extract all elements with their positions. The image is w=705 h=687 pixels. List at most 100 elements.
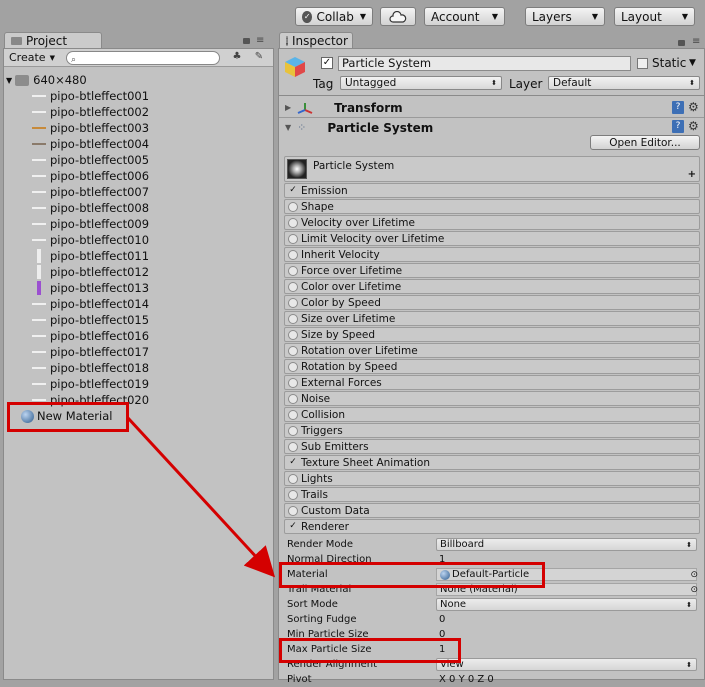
module-toggle[interactable] (288, 441, 298, 452)
property-value-field[interactable]: 0 (436, 613, 697, 626)
object-name-field[interactable]: Particle System (338, 56, 631, 71)
module-toggle[interactable] (288, 393, 298, 404)
filter-by-label-icon[interactable]: ✎ (250, 51, 268, 65)
create-dropdown[interactable]: Create ▼ (9, 51, 55, 64)
account-button[interactable]: Account ▼ (424, 7, 505, 26)
open-editor-button[interactable]: Open Editor... (590, 135, 700, 150)
tab-inspector[interactable]: i Inspector (279, 32, 353, 49)
module-toggle[interactable] (288, 345, 298, 356)
module-toggle[interactable] (288, 377, 298, 388)
tree-item[interactable]: pipo-btleffect004 (32, 136, 149, 152)
add-plus-icon[interactable]: + (688, 169, 696, 180)
module-toggle[interactable] (288, 249, 298, 260)
module-toggle[interactable] (288, 281, 298, 292)
checkmark-icon[interactable]: ✓ (288, 186, 298, 196)
tree-item[interactable]: pipo-btleffect005 (32, 152, 149, 168)
lock-icon[interactable] (678, 40, 685, 46)
object-picker-icon[interactable]: ⊙ (690, 570, 698, 580)
module-row[interactable]: Color by Speed (284, 295, 700, 310)
lock-icon[interactable] (243, 38, 250, 44)
module-toggle[interactable] (288, 233, 298, 244)
tree-item[interactable]: pipo-btleffect001 (32, 88, 149, 104)
module-row[interactable]: Trails (284, 487, 700, 502)
layer-dropdown[interactable]: Default ⬍ (548, 76, 700, 90)
module-row[interactable]: Custom Data (284, 503, 700, 518)
active-checkbox[interactable]: ✓ (321, 57, 333, 69)
tree-item[interactable]: pipo-btleffect013 (32, 280, 149, 296)
particle-system-header[interactable]: ▼ ⁘ Particle System (279, 119, 704, 136)
filter-by-type-icon[interactable]: ♣ (228, 51, 246, 65)
module-row[interactable]: Noise (284, 391, 700, 406)
layers-button[interactable]: Layers ▼ (525, 7, 605, 26)
tree-item[interactable]: pipo-btleffect006 (32, 168, 149, 184)
static-checkbox[interactable] (637, 58, 648, 69)
static-dropdown-icon[interactable]: ▼ (689, 58, 696, 68)
module-row[interactable]: ✓ Emission (284, 183, 700, 198)
module-row[interactable]: Shape (284, 199, 700, 214)
module-toggle[interactable] (288, 425, 298, 436)
module-toggle[interactable] (288, 297, 298, 308)
object-picker-icon[interactable]: ⊙ (690, 585, 698, 595)
panel-menu-icon[interactable]: ≡ (256, 35, 264, 46)
module-row[interactable]: Size over Lifetime (284, 311, 700, 326)
module-toggle[interactable] (288, 201, 298, 212)
ps-main-module[interactable]: Particle System + (284, 156, 700, 182)
module-row[interactable]: ✓ Renderer (284, 519, 700, 534)
module-row[interactable]: External Forces (284, 375, 700, 390)
property-value-field[interactable]: View ⬍ (436, 658, 697, 671)
gear-icon[interactable]: ⚙ (688, 119, 699, 133)
tree-item[interactable]: pipo-btleffect009 (32, 216, 149, 232)
help-book-icon[interactable]: ? (672, 120, 684, 133)
module-row[interactable]: Rotation by Speed (284, 359, 700, 374)
module-toggle[interactable] (288, 329, 298, 340)
module-toggle[interactable] (288, 265, 298, 276)
module-row[interactable]: Triggers (284, 423, 700, 438)
tree-item[interactable]: pipo-btleffect008 (32, 200, 149, 216)
transform-header[interactable]: ▶ Transform (279, 99, 704, 116)
tree-item[interactable]: pipo-btleffect003 (32, 120, 149, 136)
module-row[interactable]: Inherit Velocity (284, 247, 700, 262)
help-book-icon[interactable]: ? (672, 101, 684, 114)
module-row[interactable]: Color over Lifetime (284, 279, 700, 294)
checkmark-icon[interactable]: ✓ (288, 458, 298, 468)
module-row[interactable]: Velocity over Lifetime (284, 215, 700, 230)
property-value-field[interactable]: Billboard ⬍ (436, 538, 697, 551)
property-value-field[interactable]: None ⬍ (436, 598, 697, 611)
tree-item[interactable]: pipo-btleffect014 (32, 296, 149, 312)
tree-item[interactable]: pipo-btleffect016 (32, 328, 149, 344)
module-row[interactable]: Lights (284, 471, 700, 486)
collab-button[interactable]: ✓ Collab ▼ (295, 7, 373, 26)
tree-root-folder[interactable]: ▼ 640×480 (6, 72, 87, 88)
module-toggle[interactable] (288, 217, 298, 228)
tree-item[interactable]: pipo-btleffect007 (32, 184, 149, 200)
tag-dropdown[interactable]: Untagged ⬍ (340, 76, 502, 90)
property-value-field[interactable]: 0 (436, 628, 697, 641)
module-row[interactable]: Size by Speed (284, 327, 700, 342)
layout-button[interactable]: Layout ▼ (614, 7, 695, 26)
module-row[interactable]: Sub Emitters (284, 439, 700, 454)
gear-icon[interactable]: ⚙ (688, 100, 699, 114)
tree-item[interactable]: pipo-btleffect017 (32, 344, 149, 360)
module-toggle[interactable] (288, 505, 298, 516)
tree-item[interactable]: pipo-btleffect011 (32, 248, 149, 264)
tree-item[interactable]: pipo-btleffect018 (32, 360, 149, 376)
tab-project[interactable]: Project (4, 32, 102, 49)
tree-item[interactable]: pipo-btleffect015 (32, 312, 149, 328)
module-row[interactable]: Limit Velocity over Lifetime (284, 231, 700, 246)
module-toggle[interactable] (288, 473, 298, 484)
module-row[interactable]: ✓ Texture Sheet Animation (284, 455, 700, 470)
module-toggle[interactable] (288, 409, 298, 420)
tree-item[interactable]: pipo-btleffect012 (32, 264, 149, 280)
tree-item[interactable]: pipo-btleffect010 (32, 232, 149, 248)
module-toggle[interactable] (288, 489, 298, 500)
tree-item[interactable]: pipo-btleffect002 (32, 104, 149, 120)
module-row[interactable]: Rotation over Lifetime (284, 343, 700, 358)
property-value-field[interactable]: 1 (436, 643, 697, 656)
module-toggle[interactable] (288, 361, 298, 372)
checkmark-icon[interactable]: ✓ (288, 522, 298, 532)
search-input[interactable]: ⌕ (66, 51, 220, 65)
tree-item[interactable]: pipo-btleffect019 (32, 376, 149, 392)
module-toggle[interactable] (288, 313, 298, 324)
panel-menu-icon[interactable]: ≡ (692, 36, 700, 47)
module-row[interactable]: Force over Lifetime (284, 263, 700, 278)
